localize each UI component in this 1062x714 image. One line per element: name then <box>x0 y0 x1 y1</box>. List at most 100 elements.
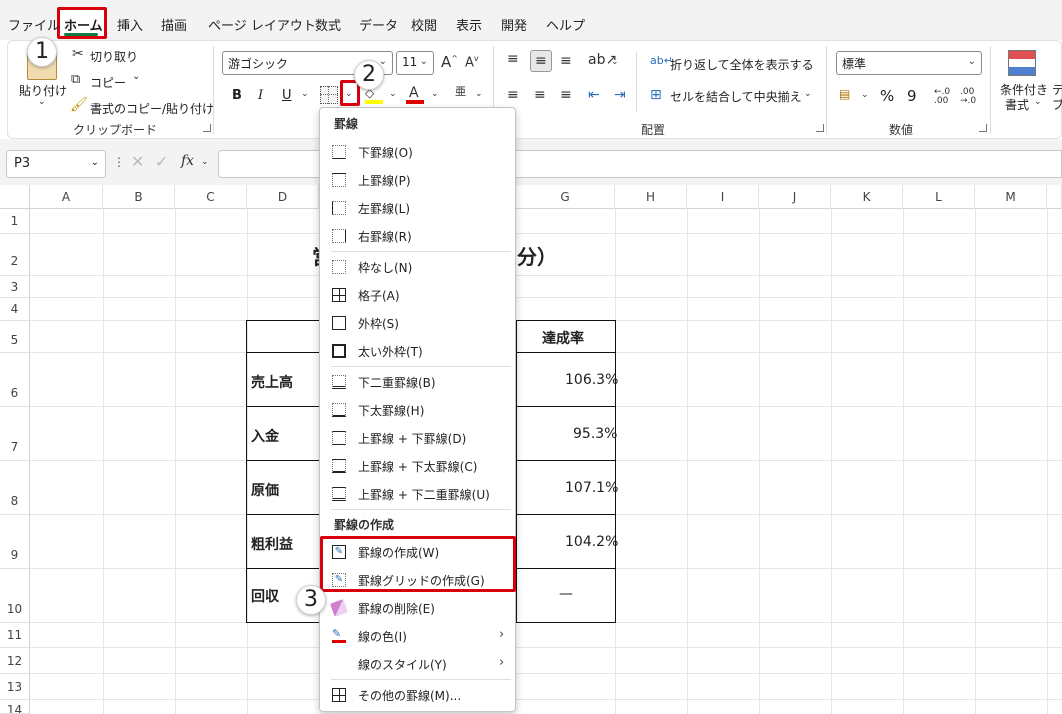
merge-center-icon[interactable]: ⊞ <box>650 88 662 102</box>
increase-decimal-icon[interactable]: ←.0.00 <box>934 88 950 106</box>
phonetic-icon[interactable]: 亜 <box>455 86 466 97</box>
conditional-format-dropdown-icon[interactable]: ⌄ <box>1034 98 1042 107</box>
tab-insert[interactable]: 挿入 <box>117 15 143 34</box>
menu-item-right-border[interactable]: 右罫線(R) <box>319 222 516 250</box>
wrap-text-button[interactable]: 折り返して全体を表示する <box>670 56 814 73</box>
format-table-label-2[interactable]: ブ <box>1052 96 1062 113</box>
row-header[interactable]: 2 <box>0 234 30 276</box>
percent-button[interactable]: % <box>880 87 894 105</box>
insert-function-icon[interactable]: fx <box>181 154 194 168</box>
copy-button[interactable]: コピー <box>90 74 126 91</box>
paste-dropdown-icon[interactable]: ⌄ <box>38 98 46 107</box>
row-header[interactable]: 8 <box>0 461 30 515</box>
enter-icon[interactable]: ✓ <box>155 154 168 170</box>
row-header[interactable]: 12 <box>0 648 30 674</box>
italic-button[interactable]: I <box>258 88 263 103</box>
row-header[interactable]: 5 <box>0 321 30 353</box>
menu-item-outside-border[interactable]: 外枠(S) <box>319 309 516 337</box>
row-header[interactable]: 4 <box>0 298 30 321</box>
orientation-dropdown-icon[interactable]: ⌄ <box>611 58 619 67</box>
row-header[interactable]: 10 <box>0 569 30 623</box>
menu-item-more-borders[interactable]: その他の罫線(M)... <box>319 681 516 709</box>
decrease-font-icon[interactable]: Av <box>465 55 479 70</box>
menu-item-top-border[interactable]: 上罫線(P) <box>319 166 516 194</box>
row-header[interactable]: 13 <box>0 674 30 700</box>
menu-item-all-borders[interactable]: 格子(A) <box>319 281 516 309</box>
increase-indent-icon[interactable]: ⇥ <box>614 88 626 102</box>
tab-review[interactable]: 校閲 <box>411 15 437 34</box>
conditional-format-icon[interactable] <box>1008 50 1036 76</box>
merge-dropdown-icon[interactable]: ⌄ <box>804 90 812 99</box>
tab-data[interactable]: データ <box>359 15 398 34</box>
select-all-button[interactable] <box>0 185 30 209</box>
column-header[interactable]: H <box>615 185 687 209</box>
comma-button[interactable]: 9 <box>907 87 917 105</box>
function-dropdown-icon[interactable]: ⌄ <box>201 158 209 167</box>
menu-item-erase-border[interactable]: 罫線の削除(E) <box>319 594 516 622</box>
tab-developer[interactable]: 開発 <box>501 15 527 34</box>
column-header[interactable]: G <box>516 185 615 209</box>
tab-view[interactable]: 表示 <box>456 15 482 34</box>
number-format-select[interactable]: 標準 ⌄ <box>836 51 982 75</box>
tab-help[interactable]: ヘルプ <box>546 15 585 34</box>
decrease-decimal-icon[interactable]: .00 →.0 <box>960 88 976 106</box>
accounting-dropdown-icon[interactable]: ⌄ <box>861 91 869 100</box>
menu-item-bottom-double-border[interactable]: 下二重罫線(B) <box>319 368 516 396</box>
align-left-icon[interactable]: ≡ <box>507 88 519 102</box>
tab-draw[interactable]: 描画 <box>161 15 187 34</box>
column-header[interactable] <box>1047 185 1062 209</box>
column-header[interactable]: A <box>30 185 103 209</box>
merge-center-button[interactable]: セルを結合して中央揃え <box>670 88 802 105</box>
conditional-format-label-2[interactable]: 書式 <box>1005 96 1029 113</box>
tab-home[interactable]: ホーム <box>64 15 103 34</box>
row-header[interactable]: 6 <box>0 353 30 407</box>
column-header[interactable]: L <box>903 185 975 209</box>
name-box[interactable]: P3 ⌄ <box>6 150 106 178</box>
menu-item-thick-outside-border[interactable]: 太い外枠(T) <box>319 337 516 365</box>
column-header[interactable]: C <box>175 185 247 209</box>
font-size-select[interactable]: 11 ⌄ <box>396 51 434 75</box>
menu-item-bottom-border[interactable]: 下罫線(O) <box>319 138 516 166</box>
menu-item-top-bottom-border[interactable]: 上罫線 + 下罫線(D) <box>319 424 516 452</box>
row-header[interactable]: 9 <box>0 515 30 569</box>
decrease-indent-icon[interactable]: ⇤ <box>588 88 600 102</box>
cancel-icon[interactable]: ✕ <box>131 154 144 170</box>
column-header[interactable]: K <box>831 185 903 209</box>
scissors-icon[interactable]: ✂ <box>72 47 84 61</box>
increase-font-icon[interactable]: A^ <box>441 55 458 70</box>
clipboard-launcher-icon[interactable] <box>203 124 211 132</box>
column-header[interactable]: B <box>103 185 175 209</box>
tab-formulas[interactable]: 数式 <box>315 15 341 34</box>
format-painter-icon[interactable]: 🖌 <box>70 98 88 112</box>
row-header[interactable]: 1 <box>0 209 30 234</box>
cut-button[interactable]: 切り取り <box>90 48 138 65</box>
number-launcher-icon[interactable] <box>979 124 987 132</box>
font-color-icon[interactable]: A <box>409 86 419 100</box>
menu-item-top-double-bottom-border[interactable]: 上罫線 + 下二重罫線(U) <box>319 480 516 508</box>
alignment-launcher-icon[interactable] <box>816 124 824 132</box>
menu-item-line-style[interactable]: 線のスタイル(Y) › <box>319 650 516 678</box>
column-header[interactable]: D <box>247 185 319 209</box>
menu-item-left-border[interactable]: 左罫線(L) <box>319 194 516 222</box>
row-header[interactable]: 14 <box>0 700 30 714</box>
font-color-dropdown-icon[interactable]: ⌄ <box>431 90 439 99</box>
menu-item-no-border[interactable]: 枠なし(N) <box>319 253 516 281</box>
align-bottom-icon[interactable]: ≡ <box>560 54 572 68</box>
tab-page-layout[interactable]: ページ レイアウト <box>208 15 316 34</box>
accounting-format-icon[interactable]: ▤ <box>839 88 850 100</box>
bold-button[interactable]: B <box>232 88 242 103</box>
column-header[interactable]: J <box>759 185 831 209</box>
menu-item-top-thick-bottom-border[interactable]: 上罫線 + 下太罫線(C) <box>319 452 516 480</box>
menu-item-thick-bottom-border[interactable]: 下太罫線(H) <box>319 396 516 424</box>
copy-icon[interactable]: ⧉ <box>71 73 80 86</box>
format-painter-button[interactable]: 書式のコピー/貼り付け <box>90 100 214 117</box>
fill-dropdown-icon[interactable]: ⌄ <box>389 90 397 99</box>
align-top-icon[interactable]: ≡ <box>507 52 519 66</box>
borders-icon[interactable] <box>320 86 338 104</box>
tab-file[interactable]: ファイル <box>8 15 60 34</box>
column-header[interactable]: I <box>687 185 759 209</box>
column-header[interactable]: M <box>975 185 1047 209</box>
row-header[interactable]: 7 <box>0 407 30 461</box>
phonetic-dropdown-icon[interactable]: ⌄ <box>475 90 483 99</box>
align-right-icon[interactable]: ≡ <box>560 88 572 102</box>
